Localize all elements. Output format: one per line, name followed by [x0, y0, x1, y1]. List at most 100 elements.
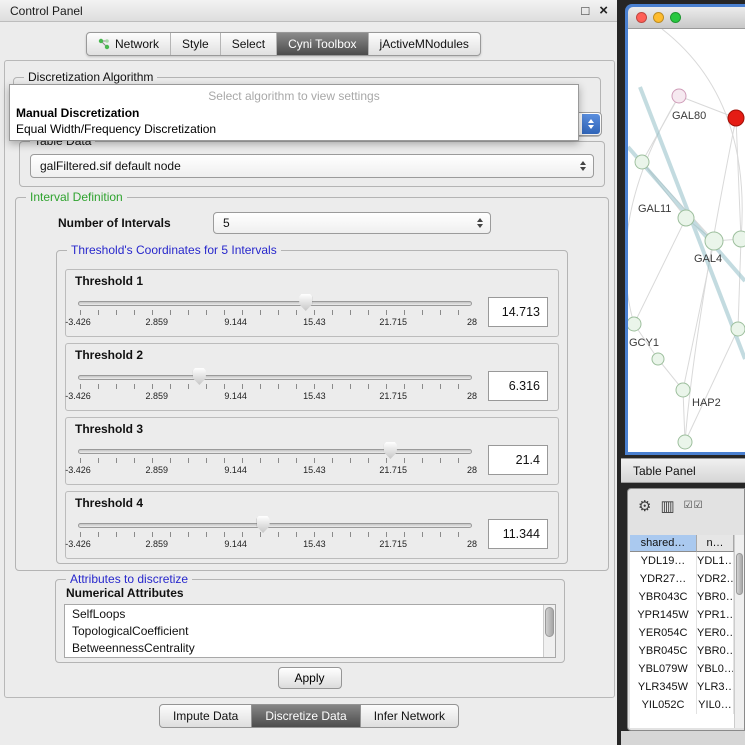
network-view-window: GAL80GAL11GAL4GCY1HAP2 — [625, 4, 745, 455]
slider-thumb[interactable] — [299, 294, 312, 311]
axis-tick-label: 28 — [467, 317, 477, 327]
threshold-value-field[interactable]: 11.344 — [488, 519, 548, 549]
axis-tick-label: 2.859 — [146, 539, 169, 549]
axis-tick-label: 28 — [467, 465, 477, 475]
table-row[interactable]: YBR043CYBR0… — [630, 588, 734, 606]
network-node[interactable] — [672, 89, 686, 103]
tab-style[interactable]: Style — [170, 33, 220, 55]
threshold-value-field[interactable]: 6.316 — [488, 371, 548, 401]
network-node[interactable] — [728, 110, 744, 126]
network-node[interactable] — [705, 232, 723, 250]
attribute-item-betweennesscentrality[interactable]: BetweennessCentrality — [65, 639, 555, 656]
algorithm-option-manual-discretization[interactable]: Manual Discretization — [10, 105, 578, 121]
network-node[interactable] — [652, 353, 664, 365]
number-of-intervals-dropdown[interactable]: 5 — [213, 212, 491, 234]
table-cell: YER0… — [697, 624, 734, 642]
attribute-item-topologicalcoefficient[interactable]: TopologicalCoefficient — [65, 622, 555, 639]
bottom-tab-infer-network[interactable]: Infer Network — [361, 704, 459, 728]
threshold-label: Threshold 3 — [75, 422, 143, 436]
table-cell: YIL052C — [630, 696, 697, 714]
threshold-slider[interactable]: -3.4262.8599.14415.4321.71528 — [76, 366, 474, 406]
network-node[interactable] — [678, 210, 694, 226]
table-cell: YPR1… — [697, 606, 734, 624]
checkboxes-icon[interactable]: ☑☑ — [684, 501, 704, 511]
close-window-icon[interactable]: × — [599, 2, 608, 19]
numerical-attributes-list[interactable]: SelfLoopsTopologicalCoefficientBetweenne… — [64, 604, 556, 658]
apply-button[interactable]: Apply — [278, 667, 342, 689]
slider-tick-marks — [80, 310, 470, 315]
columns-icon[interactable]: ▥ — [660, 499, 674, 514]
network-node[interactable] — [678, 435, 692, 449]
slider-tick-marks — [80, 532, 470, 537]
table-row[interactable]: YDR27…YDR2… — [630, 570, 734, 588]
algorithm-popup-placeholder[interactable]: Select algorithm to view settings — [10, 85, 578, 105]
table-row[interactable]: YBL079WYBL0… — [630, 660, 734, 678]
bottom-tab-impute-data[interactable]: Impute Data — [159, 704, 252, 728]
table-row[interactable]: YIL052CYIL0… — [630, 696, 734, 714]
slider-thumb[interactable] — [257, 516, 270, 533]
network-window-titlebar[interactable] — [628, 7, 745, 29]
table-scrollbar-thumb[interactable] — [736, 553, 743, 595]
dropdown-stepper-icon[interactable] — [471, 214, 489, 232]
slider-thumb[interactable] — [193, 368, 206, 385]
float-window-icon[interactable]: □ — [581, 3, 589, 18]
table-row[interactable]: YDL19…YDL1… — [630, 552, 734, 570]
network-icon — [98, 38, 110, 50]
network-node[interactable] — [635, 155, 649, 169]
bottom-tab-discretize-data[interactable]: Discretize Data — [252, 704, 360, 728]
slider-track[interactable] — [78, 449, 472, 454]
tab-jactivemnodules[interactable]: jActiveMNodules — [368, 33, 480, 55]
table-row[interactable]: YBR045CYBR0… — [630, 642, 734, 660]
axis-tick-label: 9.144 — [224, 317, 247, 327]
table-cell: YER054C — [630, 624, 697, 642]
axis-tick-label: 9.144 — [224, 539, 247, 549]
algorithm-option-equal-width-frequency-discretization[interactable]: Equal Width/Frequency Discretization — [10, 121, 578, 137]
attribute-item-selfloops[interactable]: SelfLoops — [65, 605, 555, 622]
tab-cyni-toolbox[interactable]: Cyni Toolbox — [276, 33, 367, 55]
table-panel-header: Table Panel — [621, 458, 745, 483]
list-scrollbar-thumb[interactable] — [545, 607, 554, 637]
table-scrollbar[interactable] — [734, 535, 744, 728]
slider-track[interactable] — [78, 301, 472, 306]
threshold-slider[interactable]: -3.4262.8599.14415.4321.71528 — [76, 440, 474, 480]
threshold-slider[interactable]: -3.4262.8599.14415.4321.71528 — [76, 292, 474, 332]
table-row[interactable]: YER054CYER0… — [630, 624, 734, 642]
table-data-dropdown[interactable]: galFiltered.sif default node — [30, 154, 594, 178]
column-header[interactable]: shared… — [630, 535, 697, 552]
column-header[interactable]: n… — [697, 535, 734, 552]
slider-thumb[interactable] — [384, 442, 397, 459]
network-node[interactable] — [628, 317, 641, 331]
dropdown-stepper-icon[interactable] — [574, 156, 592, 176]
threshold-slider[interactable]: -3.4262.8599.14415.4321.71528 — [76, 514, 474, 554]
network-canvas[interactable]: GAL80GAL11GAL4GCY1HAP2 — [628, 29, 745, 452]
minimize-traffic-icon[interactable] — [653, 12, 664, 23]
table-cell: YBR0… — [697, 642, 734, 660]
zoom-traffic-icon[interactable] — [670, 12, 681, 23]
slider-tick-marks — [80, 458, 470, 463]
axis-tick-label: 9.144 — [224, 465, 247, 475]
close-traffic-icon[interactable] — [636, 12, 647, 23]
tab-select[interactable]: Select — [220, 33, 276, 55]
node-label: GCY1 — [629, 337, 659, 349]
threshold-value-field[interactable]: 14.713 — [488, 297, 548, 327]
slider-track[interactable] — [78, 375, 472, 380]
tab-network[interactable]: Network — [87, 33, 170, 55]
gear-icon[interactable]: ⚙ — [638, 499, 651, 514]
list-scrollbar[interactable] — [543, 605, 555, 657]
slider-track[interactable] — [78, 523, 472, 528]
network-node[interactable] — [733, 231, 745, 247]
network-node[interactable] — [731, 322, 745, 336]
threshold-value-field[interactable]: 21.4 — [488, 445, 548, 475]
table-panel-window: ⚙ ▥ ☑☑ shared…n… YDL19…YDL1…YDR27…YDR2…Y… — [627, 488, 745, 731]
table-row[interactable]: YLR345WYLR3… — [630, 678, 734, 696]
table-cell: YBR043C — [630, 588, 697, 606]
axis-tick-label: 28 — [467, 391, 477, 401]
node-label: GAL11 — [638, 203, 671, 215]
network-node[interactable] — [676, 383, 690, 397]
slider-axis-labels: -3.4262.8599.14415.4321.71528 — [78, 391, 472, 402]
combobox-stepper-icon[interactable] — [582, 114, 600, 134]
table-row[interactable]: YPR145WYPR1… — [630, 606, 734, 624]
tab-label: Style — [182, 37, 209, 51]
table-cell: YLR345W — [630, 678, 697, 696]
table-cell: YIL0… — [697, 696, 734, 714]
